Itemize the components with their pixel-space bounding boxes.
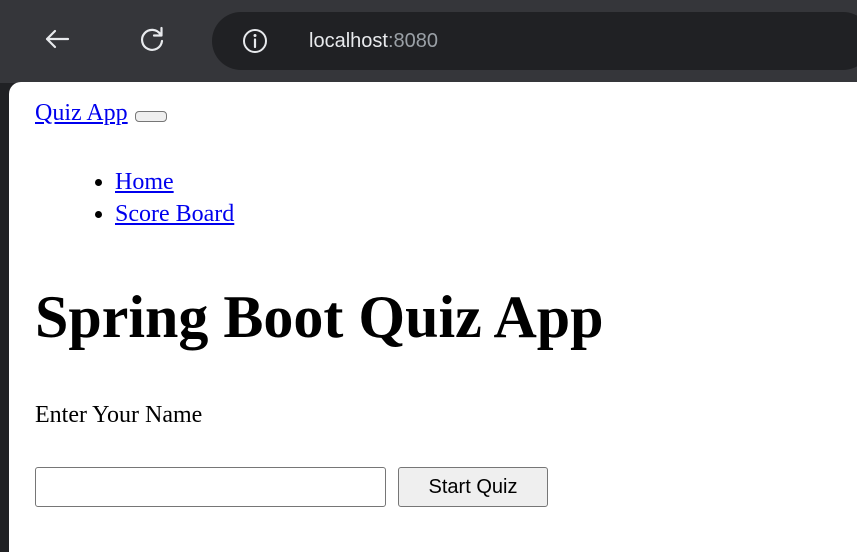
url-host: localhost xyxy=(309,30,388,52)
page-title: Spring Boot Quiz App xyxy=(35,284,604,350)
page-viewport: Quiz App Home Score Board Spring Boot Qu… xyxy=(9,82,857,552)
navbar-toggler-button[interactable] xyxy=(134,111,167,122)
navbar: Quiz App xyxy=(35,98,167,128)
navbar-brand-link[interactable]: Quiz App xyxy=(35,100,128,126)
name-input[interactable] xyxy=(35,467,386,507)
browser-toolbar: localhost:8080 xyxy=(0,0,857,83)
nav-item-home: Home xyxy=(115,166,234,198)
url-text[interactable]: localhost:8080 xyxy=(309,28,438,54)
nav-list: Home Score Board xyxy=(35,166,234,230)
reload-icon xyxy=(140,26,164,51)
start-quiz-button[interactable]: Start Quiz xyxy=(398,467,548,507)
home-link[interactable]: Home xyxy=(115,169,174,195)
info-icon[interactable] xyxy=(242,28,268,54)
reload-button[interactable] xyxy=(135,22,169,56)
nav-item-score-board: Score Board xyxy=(115,198,234,230)
address-bar[interactable]: localhost:8080 xyxy=(212,12,857,70)
back-arrow-icon xyxy=(45,29,70,49)
name-label: Enter Your Name xyxy=(35,402,203,428)
back-button[interactable] xyxy=(40,22,74,56)
score-board-link[interactable]: Score Board xyxy=(115,201,234,227)
url-port: :8080 xyxy=(387,30,438,52)
